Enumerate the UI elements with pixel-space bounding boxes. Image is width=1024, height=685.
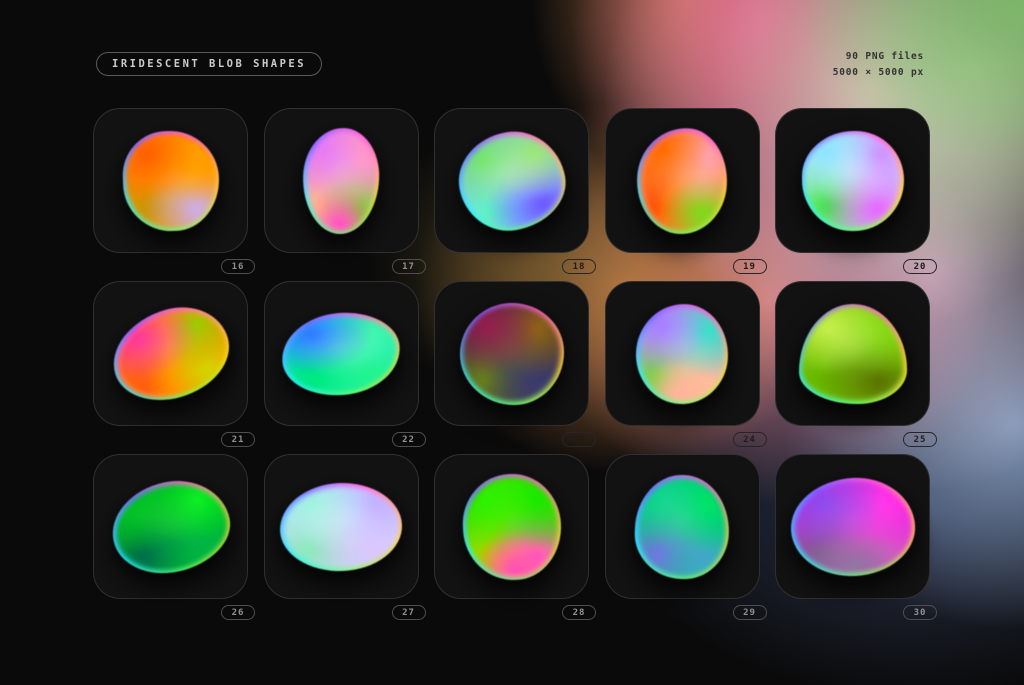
blob-card-22 — [264, 281, 419, 426]
blob-shape-16 — [123, 131, 217, 229]
blob-shadow — [103, 470, 237, 583]
blob-card-30 — [775, 454, 930, 599]
blob-shape-17 — [304, 129, 378, 232]
blob-iridescent-rim — [460, 471, 563, 582]
blob-shadow — [279, 480, 404, 572]
blob-card-19 — [605, 108, 760, 253]
blob-number-badge: 16 — [221, 259, 255, 274]
blob-shape-28 — [462, 474, 560, 580]
blob-iridescent-rim — [102, 295, 240, 412]
blob-card-16 — [93, 108, 248, 253]
blob-number-badge: 29 — [733, 605, 767, 620]
blob-shadow — [633, 124, 730, 236]
file-count: 90 PNG files — [833, 49, 924, 65]
blob-cell-19: 19 — [605, 108, 760, 274]
blob-shape-24 — [636, 304, 728, 403]
blob-cell-28: 28 — [434, 454, 589, 620]
blob-cell-26: 26 — [93, 454, 248, 620]
blob-iridescent-rim — [633, 301, 730, 406]
blob-card-29 — [605, 454, 760, 599]
blob-shape-19 — [636, 127, 728, 234]
blob-shape-25 — [801, 306, 904, 401]
blob-shadow — [451, 123, 572, 238]
blob-shadow — [788, 474, 917, 578]
blob-shape-22 — [281, 310, 400, 397]
blob-shape-26 — [106, 473, 234, 580]
blob-cell-22: 22 — [264, 281, 419, 447]
blob-cell-20: 20 — [775, 108, 930, 274]
blob-iridescent-rim — [799, 304, 907, 404]
blob-shadow — [460, 303, 564, 405]
blob-iridescent-rim — [121, 129, 220, 232]
blob-card-26 — [93, 454, 248, 599]
blob-shadow — [460, 471, 563, 582]
blob-cell-16: 16 — [93, 108, 248, 274]
blob-cell-18: 18 — [434, 108, 589, 274]
blob-shadow — [633, 473, 731, 580]
blob-cell-23: 23 — [434, 281, 589, 447]
blob-card-28 — [434, 454, 589, 599]
blob-cell-29: 29 — [605, 454, 760, 620]
blob-shadow — [802, 131, 904, 231]
blob-iridescent-rim — [460, 303, 564, 405]
blob-shape-18 — [454, 126, 570, 235]
file-info: 90 PNG files 5000 × 5000 px — [833, 49, 924, 80]
blob-cell-25: 25 — [775, 281, 930, 447]
blob-card-18 — [434, 108, 589, 253]
blob-number-badge: 21 — [221, 432, 255, 447]
blob-iridescent-rim — [633, 124, 730, 236]
blob-number-badge: 25 — [903, 432, 937, 447]
blob-shape-27 — [281, 483, 401, 570]
blob-iridescent-rim — [788, 474, 917, 578]
blob-card-17 — [264, 108, 419, 253]
file-dimensions: 5000 × 5000 px — [833, 65, 924, 81]
blob-shadow — [301, 126, 381, 235]
blob-card-23 — [434, 281, 589, 426]
blob-number-badge: 18 — [562, 259, 596, 274]
blob-shape-30 — [791, 477, 915, 576]
blob-number-badge: 26 — [221, 605, 255, 620]
blob-iridescent-rim — [633, 473, 731, 580]
blob-shape-23 — [462, 305, 561, 402]
blob-number-badge: 20 — [903, 259, 937, 274]
blob-shadow — [799, 304, 907, 404]
blob-iridescent-rim — [802, 131, 904, 231]
page-title: IRIDESCENT BLOB SHAPES — [112, 58, 306, 70]
blob-shadow — [102, 295, 240, 412]
blob-cell-30: 30 — [775, 454, 930, 620]
blob-iridescent-rim — [103, 470, 237, 583]
blob-number-badge: 17 — [392, 259, 426, 274]
blob-iridescent-rim — [301, 126, 381, 235]
blob-iridescent-rim — [451, 123, 572, 238]
blob-card-24 — [605, 281, 760, 426]
blob-cell-24: 24 — [605, 281, 760, 447]
blob-shape-29 — [636, 475, 728, 577]
blob-number-badge: 19 — [733, 259, 767, 274]
blob-shadow — [633, 301, 730, 406]
blob-number-badge: 23 — [562, 432, 596, 447]
blob-shadow — [121, 129, 220, 232]
blob-number-badge: 22 — [392, 432, 426, 447]
blob-iridescent-rim — [279, 308, 404, 400]
blob-shadow — [279, 308, 404, 400]
blob-iridescent-rim — [279, 480, 404, 572]
blob-shape-21 — [105, 298, 237, 409]
blob-number-badge: 27 — [392, 605, 426, 620]
blob-cell-27: 27 — [264, 454, 419, 620]
blob-card-27 — [264, 454, 419, 599]
title-badge: IRIDESCENT BLOB SHAPES — [96, 52, 322, 76]
blob-cell-17: 17 — [264, 108, 419, 274]
blob-number-badge: 30 — [903, 605, 937, 620]
blob-card-21 — [93, 281, 248, 426]
blob-number-badge: 28 — [562, 605, 596, 620]
blob-card-20 — [775, 108, 930, 253]
blob-grid: 161718192021222324252627282930 — [93, 108, 931, 620]
blob-number-badge: 24 — [733, 432, 767, 447]
blob-card-25 — [775, 281, 930, 426]
blob-shape-20 — [804, 133, 901, 228]
blob-cell-21: 21 — [93, 281, 248, 447]
